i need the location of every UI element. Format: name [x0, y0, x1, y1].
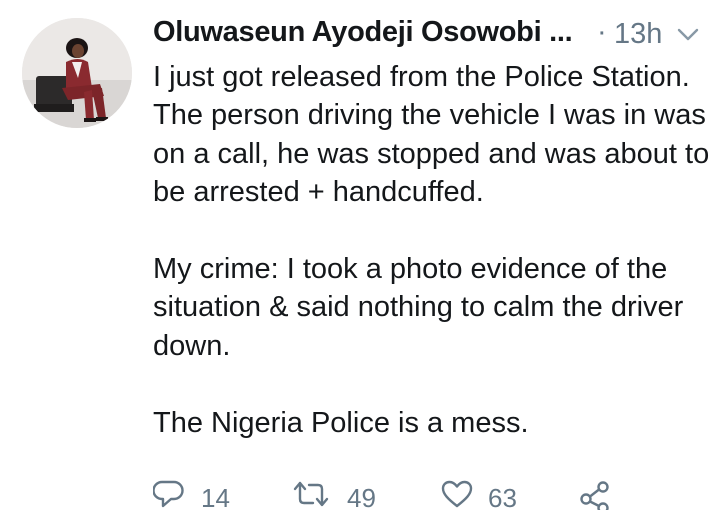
timestamp[interactable]: 13h: [614, 18, 662, 51]
tweet-paragraph: The Nigeria Police is a mess.: [153, 406, 529, 439]
chevron-down-icon[interactable]: [676, 26, 700, 44]
author-name[interactable]: Oluwaseun Ayodeji Osowobi ...: [153, 16, 573, 49]
reply-count: 14: [201, 483, 230, 513]
tweet[interactable]: Oluwaseun Ayodeji Osowobi ... · 13h I ju…: [0, 0, 720, 513]
profile-photo: [22, 18, 132, 128]
header-separator: ·: [597, 16, 607, 48]
tweet-text: I just got released from the Police Stat…: [153, 58, 713, 442]
like-count: 63: [488, 483, 517, 513]
tweet-paragraph: My crime: I took a photo evidence of the…: [153, 253, 684, 362]
like-button[interactable]: 63: [440, 478, 550, 518]
tweet-paragraph: I just got released from the Police Stat…: [153, 61, 710, 209]
tweet-actions: 14 49 63: [153, 478, 713, 518]
tweet-header: Oluwaseun Ayodeji Osowobi ... · 13h: [153, 14, 713, 54]
share-icon: [580, 481, 609, 510]
retweet-button[interactable]: 49: [291, 478, 401, 518]
reply-button[interactable]: 14: [153, 478, 263, 518]
reply-icon: [153, 480, 184, 508]
retweet-icon: [293, 481, 329, 507]
heart-icon: [441, 480, 473, 508]
share-button[interactable]: [578, 478, 618, 518]
avatar[interactable]: [22, 18, 132, 128]
retweet-count: 49: [347, 483, 376, 513]
